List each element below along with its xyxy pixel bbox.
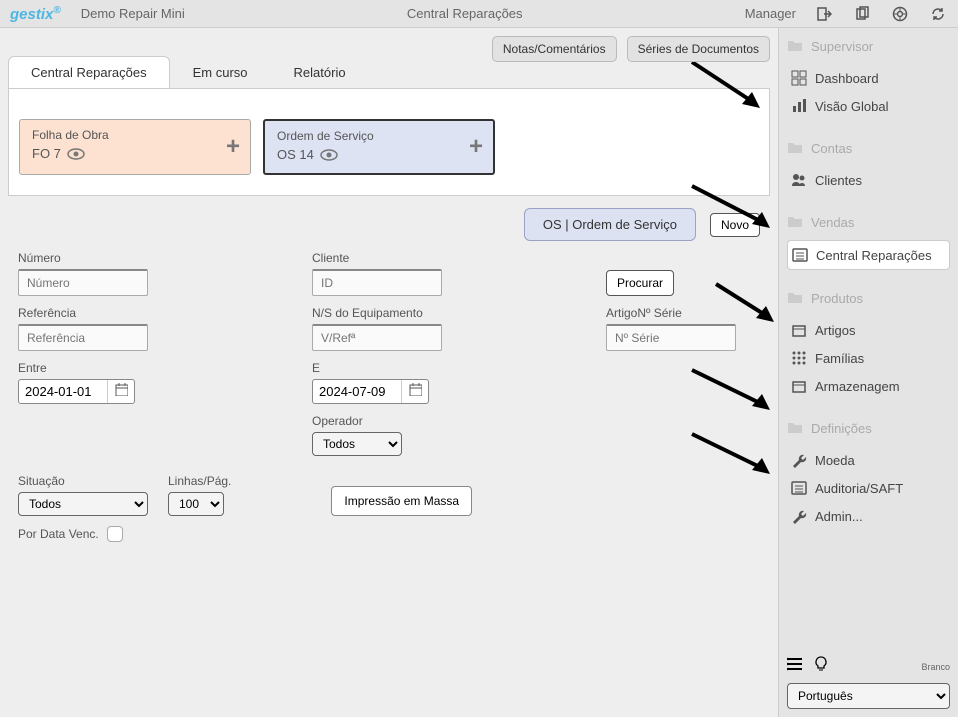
sidebar-item-label: Moeda — [815, 453, 855, 468]
folder-icon — [787, 38, 803, 54]
numero-input[interactable] — [18, 269, 148, 296]
calendar-icon[interactable] — [401, 380, 428, 403]
refresh-icon[interactable] — [928, 4, 948, 24]
doc-series-button[interactable]: Séries de Documentos — [627, 36, 770, 62]
folder-icon — [787, 140, 803, 156]
entre-date[interactable] — [18, 379, 135, 404]
entre-input[interactable] — [19, 380, 107, 403]
artigo-input[interactable] — [606, 324, 736, 351]
sidebar-item-label: Clientes — [815, 173, 862, 188]
situacao-select[interactable]: Todos — [18, 492, 148, 516]
referencia-input[interactable] — [18, 324, 148, 351]
sidebar: Supervisor Dashboard Visão Global Contas… — [778, 28, 958, 717]
logo: gestix® — [10, 5, 61, 23]
group-produtos: Produtos — [787, 290, 950, 306]
card-os-sub: OS 14 — [277, 147, 314, 162]
help-icon[interactable] — [890, 4, 910, 24]
menu-icon[interactable] — [787, 656, 803, 677]
wrench-icon — [791, 508, 807, 524]
theme-label: Branco — [921, 662, 950, 672]
novo-button[interactable]: Novo — [710, 213, 760, 237]
sidebar-item-label: Armazenagem — [815, 379, 900, 394]
logout-icon[interactable] — [814, 4, 834, 24]
sidebar-item-label: Visão Global — [815, 99, 888, 114]
folder-icon — [787, 290, 803, 306]
por-data-venc-label: Por Data Venc. — [18, 527, 99, 541]
sidebar-item-clientes[interactable]: Clientes — [787, 166, 950, 194]
notes-button[interactable]: Notas/Comentários — [492, 36, 617, 62]
sidebar-item-auditoria[interactable]: Auditoria/SAFT — [787, 474, 950, 502]
group-vendas: Vendas — [787, 214, 950, 230]
sidebar-item-label: Dashboard — [815, 71, 879, 86]
ns-label: N/S do Equipamento — [312, 306, 592, 320]
sidebar-item-visao-global[interactable]: Visão Global — [787, 92, 950, 120]
artigo-label: ArtigoNº Série — [606, 306, 760, 320]
e-input[interactable] — [313, 380, 401, 403]
sidebar-item-familias[interactable]: Famílias — [787, 344, 950, 372]
wrench-icon — [791, 452, 807, 468]
folder-icon — [787, 214, 803, 230]
sidebar-item-armazenagem[interactable]: Armazenagem — [787, 372, 950, 400]
procurar-button[interactable]: Procurar — [606, 270, 674, 296]
group-supervisor: Supervisor — [787, 38, 950, 54]
list-icon — [791, 480, 807, 496]
sidebar-item-artigos[interactable]: Artigos — [787, 316, 950, 344]
sidebar-item-central-reparacoes[interactable]: Central Reparações — [787, 240, 950, 270]
operador-label: Operador — [312, 414, 592, 428]
group-definicoes: Definições — [787, 420, 950, 436]
eye-icon — [67, 148, 85, 160]
card-ordem-servico[interactable]: Ordem de Serviço OS 14 + — [263, 119, 495, 175]
bars-icon — [791, 98, 807, 114]
sidebar-item-label: Auditoria/SAFT — [815, 481, 903, 496]
referencia-label: Referência — [18, 306, 298, 320]
grid-icon — [791, 350, 807, 366]
group-contas: Contas — [787, 140, 950, 156]
user-name: Manager — [745, 6, 796, 21]
mass-print-button[interactable]: Impressão em Massa — [331, 486, 472, 516]
e-date[interactable] — [312, 379, 429, 404]
situacao-label: Situação — [18, 474, 148, 488]
operador-select[interactable]: Todos — [312, 432, 402, 456]
cliente-label: Cliente — [312, 251, 592, 265]
card-os-title: Ordem de Serviço — [277, 129, 481, 143]
language-select[interactable]: Português — [787, 683, 950, 709]
demo-title: Demo Repair Mini — [81, 6, 185, 21]
bulb-icon[interactable] — [813, 656, 829, 677]
calendar-icon[interactable] — [107, 380, 134, 403]
main-content: Notas/Comentários Séries de Documentos C… — [0, 28, 778, 717]
entre-label: Entre — [18, 361, 298, 375]
list-icon — [792, 247, 808, 263]
plus-icon[interactable]: + — [226, 133, 240, 161]
app-header: gestix® Demo Repair Mini Central Reparaç… — [0, 0, 958, 28]
e-label: E — [312, 361, 592, 375]
dashboard-icon — [791, 70, 807, 86]
linhas-label: Linhas/Pág. — [168, 474, 231, 488]
box-icon — [791, 322, 807, 338]
sidebar-item-label: Admin... — [815, 509, 863, 524]
doc-type-pill: OS | Ordem de Serviço — [524, 208, 696, 241]
numero-label: Número — [18, 251, 298, 265]
header-center-title: Central Reparações — [185, 6, 745, 21]
sidebar-item-admin[interactable]: Admin... — [787, 502, 950, 530]
folder-icon — [787, 420, 803, 436]
ns-input[interactable] — [312, 324, 442, 351]
sidebar-item-label: Artigos — [815, 323, 855, 338]
por-data-venc-checkbox[interactable] — [107, 526, 123, 542]
cliente-input[interactable] — [312, 269, 442, 296]
eye-icon — [320, 149, 338, 161]
card-fo-sub: FO 7 — [32, 146, 61, 161]
sidebar-item-label: Central Reparações — [816, 248, 932, 263]
box-icon — [791, 378, 807, 394]
sidebar-item-moeda[interactable]: Moeda — [787, 446, 950, 474]
copy-icon[interactable] — [852, 4, 872, 24]
linhas-select[interactable]: 100 — [168, 492, 224, 516]
sidebar-item-label: Famílias — [815, 351, 864, 366]
plus-icon[interactable]: + — [469, 133, 483, 161]
users-icon — [791, 172, 807, 188]
sidebar-item-dashboard[interactable]: Dashboard — [787, 64, 950, 92]
card-folha-obra[interactable]: Folha de Obra FO 7 + — [19, 119, 251, 175]
card-fo-title: Folha de Obra — [32, 128, 238, 142]
